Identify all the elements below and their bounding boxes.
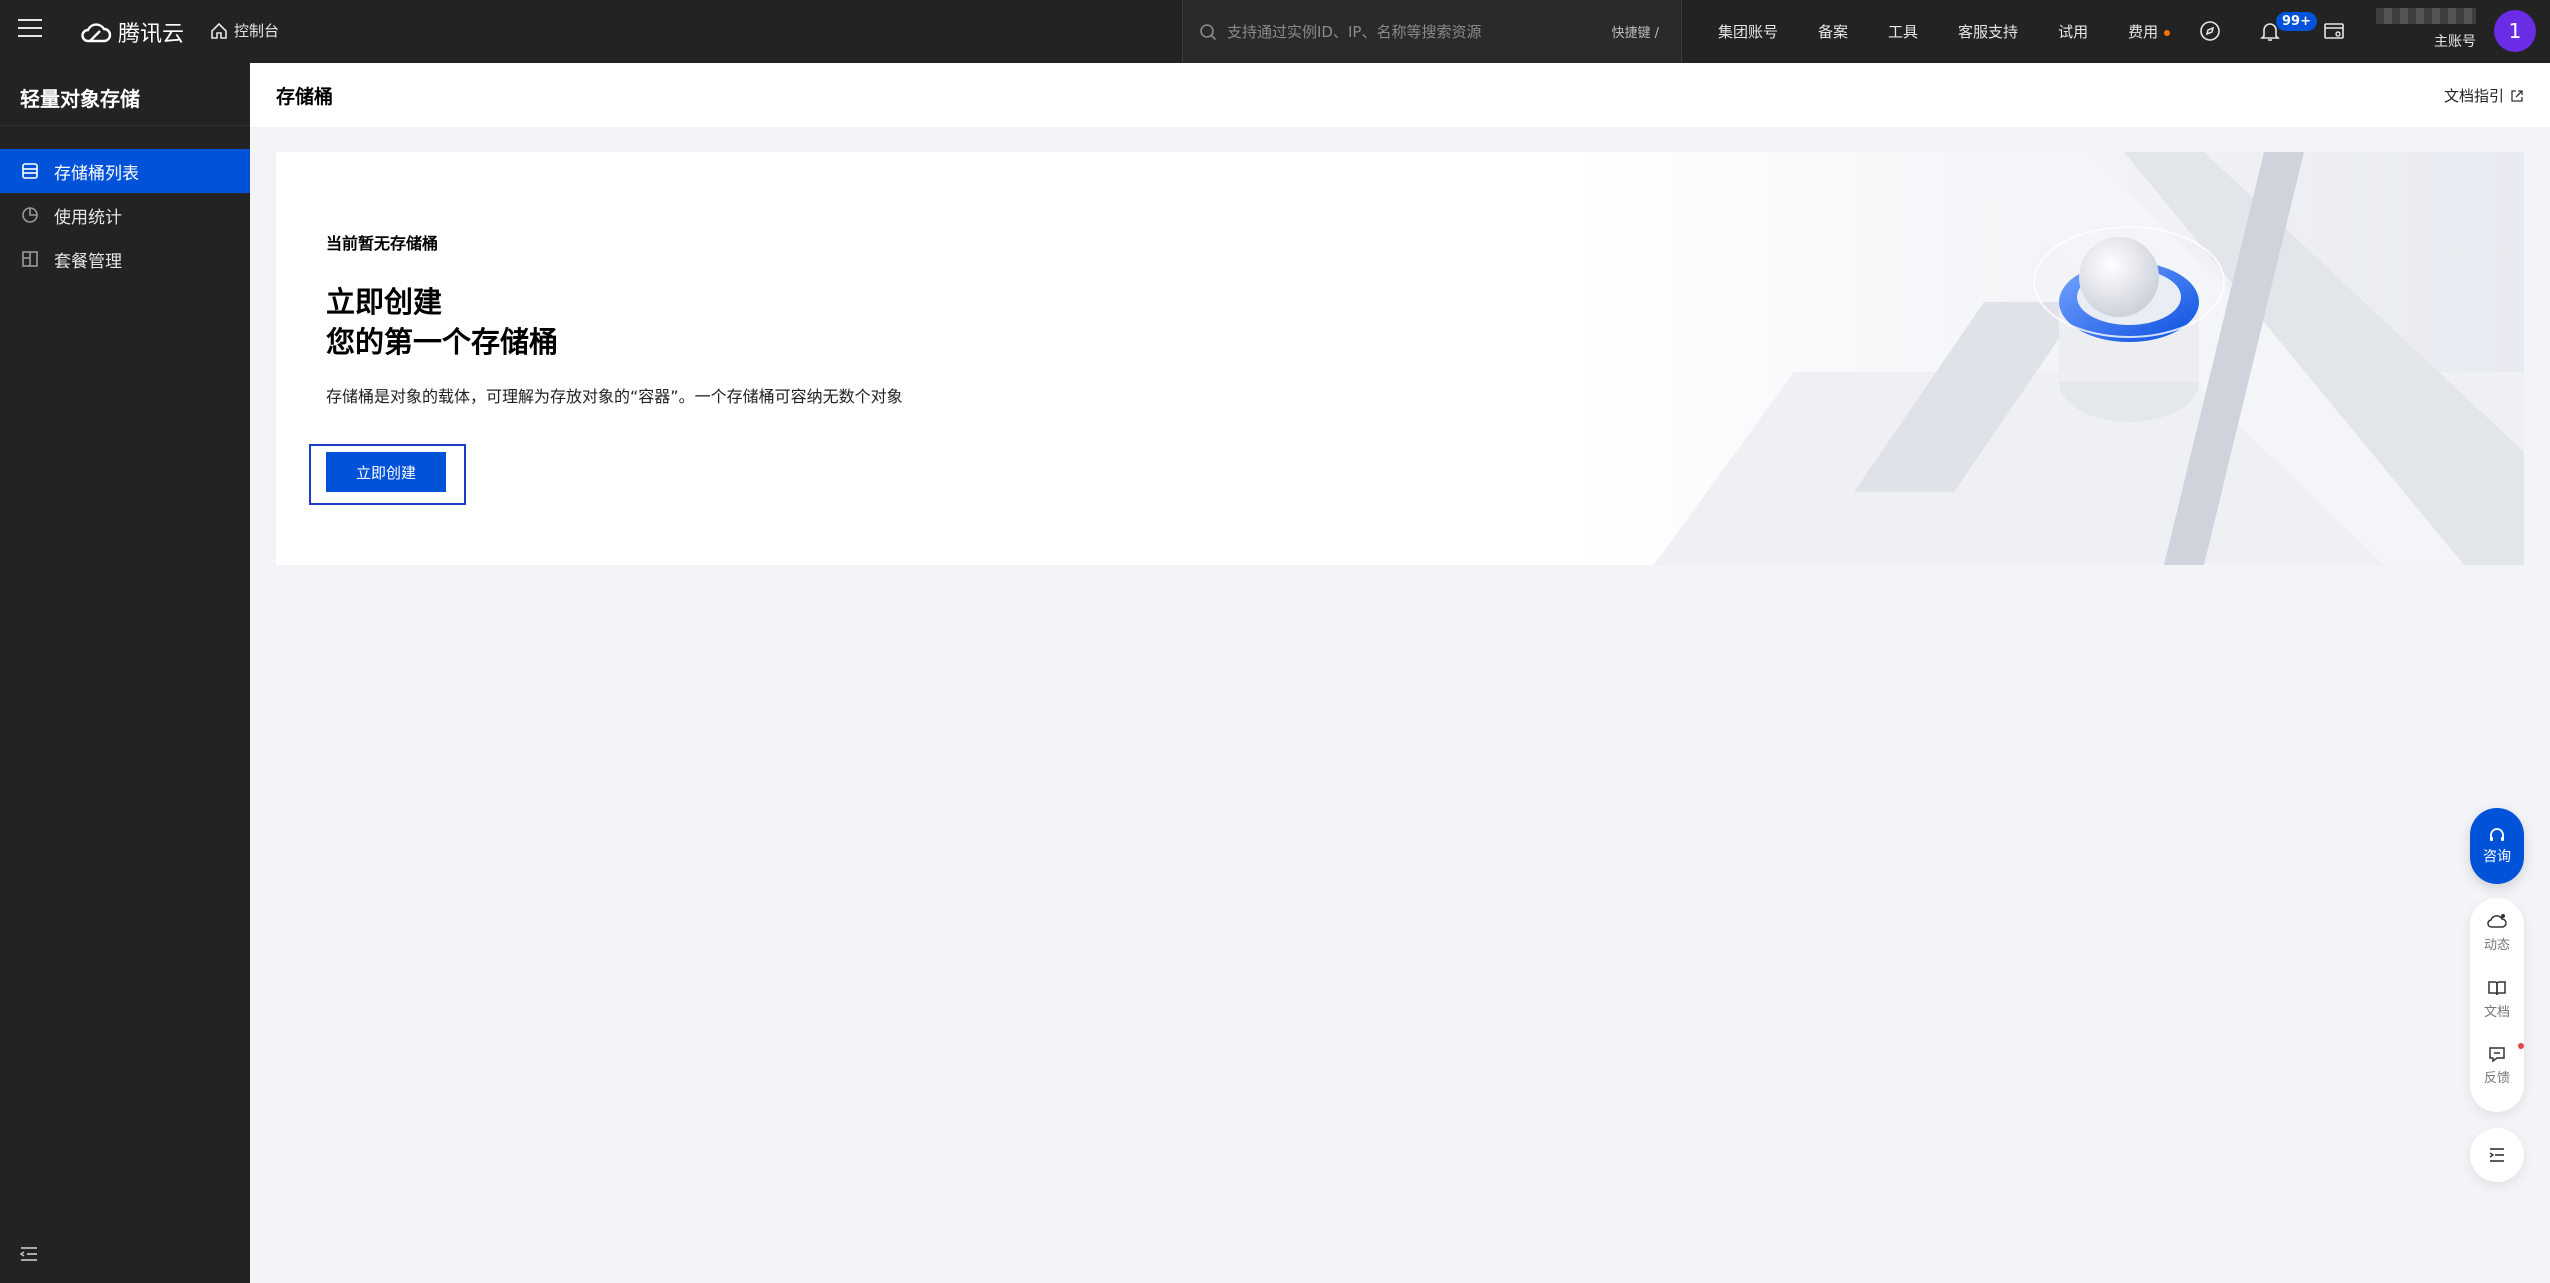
home-icon: [211, 22, 227, 39]
consult-label: 咨询: [2483, 849, 2511, 865]
search-icon: [1200, 23, 1217, 40]
nav-group-account[interactable]: 集团账号: [1718, 21, 1778, 42]
create-bucket-button[interactable]: 立即创建: [326, 452, 446, 492]
nav-billing-label: 费用: [2128, 23, 2159, 41]
sidebar-title: 轻量对象存储: [0, 63, 250, 126]
console-label: 控制台: [234, 22, 280, 40]
menu-icon[interactable]: [18, 19, 42, 43]
docs-tool[interactable]: 文档: [2484, 979, 2510, 1046]
top-bar: 腾讯云 控制台 快捷键 / 集团账号 备案 工具 客服支持 试用 费用 99+: [0, 0, 2550, 63]
book-icon: [2488, 980, 2506, 995]
compass-icon[interactable]: [2198, 19, 2222, 43]
cloud-logo-icon: [81, 23, 112, 43]
list-icon: [2489, 1148, 2504, 1162]
page-title: 存储桶: [276, 85, 334, 108]
sidebar-item-label: 存储桶列表: [54, 163, 139, 184]
sidebar-item-bucket-list[interactable]: 存储桶列表: [0, 149, 250, 193]
console-link[interactable]: 控制台: [210, 20, 279, 41]
headline-line-1: 立即创建: [326, 285, 443, 319]
billing-dot: [2164, 29, 2171, 36]
shortcut-hint: 快捷键 /: [1611, 26, 1659, 41]
nav-icp[interactable]: 备案: [1818, 21, 1848, 42]
empty-state-label: 当前暂无存储桶: [326, 234, 439, 253]
empty-bucket-card: 当前暂无存储桶 立即创建 您的第一个存储桶 存储桶是对象的载体，可理解为存放对象…: [276, 152, 2524, 565]
nav-billing[interactable]: 费用: [2128, 21, 2171, 42]
feedback-dot: [2517, 1043, 2524, 1050]
account-name-redacted: [2376, 8, 2476, 24]
nav-tools[interactable]: 工具: [1888, 21, 1918, 42]
feedback-icon: [2489, 1047, 2505, 1063]
nav-support[interactable]: 客服支持: [1958, 21, 2018, 42]
brand-name: 腾讯云: [118, 22, 185, 47]
collapse-sidebar-icon[interactable]: [18, 1243, 40, 1265]
dynamic-tool[interactable]: 动态: [2484, 912, 2510, 979]
consult-button[interactable]: 咨询: [2470, 808, 2524, 884]
feedback-tool[interactable]: 反馈: [2483, 1043, 2524, 1112]
tool-list-button[interactable]: [2470, 1128, 2524, 1182]
nav-trial[interactable]: 试用: [2058, 21, 2088, 42]
floating-tool-stack: 动态 文档 反馈: [2470, 898, 2524, 1112]
sidebar: 轻量对象存储 存储桶列表 使用统计 套餐管理: [0, 63, 250, 1283]
pie-chart-icon: [22, 207, 38, 223]
empty-state-description: 存储桶是对象的载体，可理解为存放对象的“容器”。一个存储桶可容纳无数个对象: [326, 387, 903, 406]
sidebar-menu: 存储桶列表 使用统计 套餐管理: [0, 149, 250, 281]
feedback-label: 反馈: [2483, 1071, 2510, 1087]
headline-line-2: 您的第一个存储桶: [326, 325, 559, 359]
storage-illustration: [1564, 152, 2524, 565]
brand-logo[interactable]: 腾讯云: [80, 16, 184, 48]
doc-guide-label: 文档指引: [2443, 87, 2504, 105]
top-nav: 集团账号 备案 工具 客服支持 试用 费用: [1718, 0, 2210, 63]
page-header: 存储桶 文档指引: [250, 63, 2550, 127]
notification-badge: 99+: [2276, 12, 2317, 31]
dynamic-label: 动态: [2483, 938, 2510, 953]
search-input[interactable]: [1227, 22, 1557, 41]
global-search[interactable]: 快捷键 /: [1182, 0, 1682, 63]
doc-guide-link[interactable]: 文档指引: [2444, 85, 2524, 106]
empty-state-headline: 立即创建 您的第一个存储桶: [326, 282, 558, 362]
sidebar-item-package[interactable]: 套餐管理: [0, 237, 250, 281]
docs-label: 文档: [2483, 1004, 2510, 1020]
cloud-bell-icon: [2487, 914, 2507, 928]
invoice-icon[interactable]: [2322, 19, 2346, 43]
sidebar-item-label: 使用统计: [54, 207, 122, 228]
avatar[interactable]: 1: [2494, 10, 2536, 52]
headset-icon: [2490, 828, 2504, 841]
package-icon: [22, 251, 38, 267]
sidebar-item-label: 套餐管理: [54, 251, 122, 272]
bucket-list-icon: [22, 163, 38, 179]
external-link-icon: [2511, 89, 2523, 102]
sidebar-item-usage-stats[interactable]: 使用统计: [0, 193, 250, 237]
account-type-label: 主账号: [2434, 34, 2476, 50]
